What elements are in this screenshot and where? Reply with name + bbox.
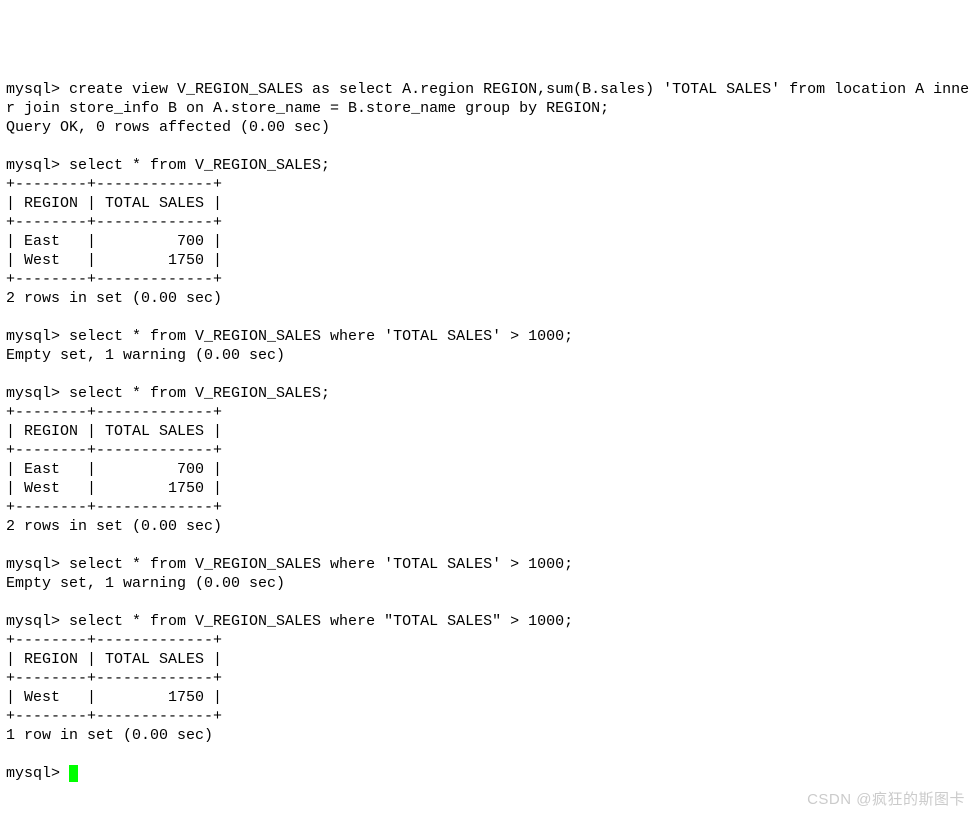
table-border: +--------+-------------+ — [6, 442, 222, 459]
sql-select-where: select * from V_REGION_SALES where "TOTA… — [69, 613, 573, 630]
response-query-ok: Query OK, 0 rows affected (0.00 sec) — [6, 119, 330, 136]
response-empty: Empty set, 1 warning (0.00 sec) — [6, 575, 285, 592]
table-header: | REGION | TOTAL SALES | — [6, 195, 222, 212]
response-rowcount: 2 rows in set (0.00 sec) — [6, 290, 222, 307]
table-border: +--------+-------------+ — [6, 499, 222, 516]
table-header: | REGION | TOTAL SALES | — [6, 423, 222, 440]
sql-select: select * from V_REGION_SALES; — [69, 385, 330, 402]
prompt: mysql> — [6, 613, 69, 630]
cursor[interactable] — [69, 765, 78, 782]
table-border: +--------+-------------+ — [6, 670, 222, 687]
table-row: | West | 1750 | — [6, 480, 222, 497]
sql-create-view: create view V_REGION_SALES as select A.r… — [6, 81, 969, 117]
table-row: | West | 1750 | — [6, 252, 222, 269]
sql-select-where: select * from V_REGION_SALES where 'TOTA… — [69, 556, 573, 573]
table-border: +--------+-------------+ — [6, 214, 222, 231]
watermark: CSDN @疯狂的斯图卡 — [807, 790, 965, 809]
table-row: | East | 700 | — [6, 233, 222, 250]
table-row: | East | 700 | — [6, 461, 222, 478]
prompt: mysql> — [6, 385, 69, 402]
terminal-output[interactable]: mysql> create view V_REGION_SALES as sel… — [6, 81, 969, 782]
sql-select: select * from V_REGION_SALES; — [69, 157, 330, 174]
table-row: | West | 1750 | — [6, 689, 222, 706]
sql-select-where: select * from V_REGION_SALES where 'TOTA… — [69, 328, 573, 345]
prompt: mysql> — [6, 556, 69, 573]
table-border: +--------+-------------+ — [6, 176, 222, 193]
table-border: +--------+-------------+ — [6, 632, 222, 649]
table-border: +--------+-------------+ — [6, 708, 222, 725]
prompt: mysql> — [6, 81, 69, 98]
table-border: +--------+-------------+ — [6, 404, 222, 421]
response-empty: Empty set, 1 warning (0.00 sec) — [6, 347, 285, 364]
prompt: mysql> — [6, 328, 69, 345]
response-rowcount: 2 rows in set (0.00 sec) — [6, 518, 222, 535]
prompt: mysql> — [6, 157, 69, 174]
table-border: +--------+-------------+ — [6, 271, 222, 288]
response-rowcount: 1 row in set (0.00 sec) — [6, 727, 213, 744]
prompt: mysql> — [6, 765, 69, 782]
table-header: | REGION | TOTAL SALES | — [6, 651, 222, 668]
